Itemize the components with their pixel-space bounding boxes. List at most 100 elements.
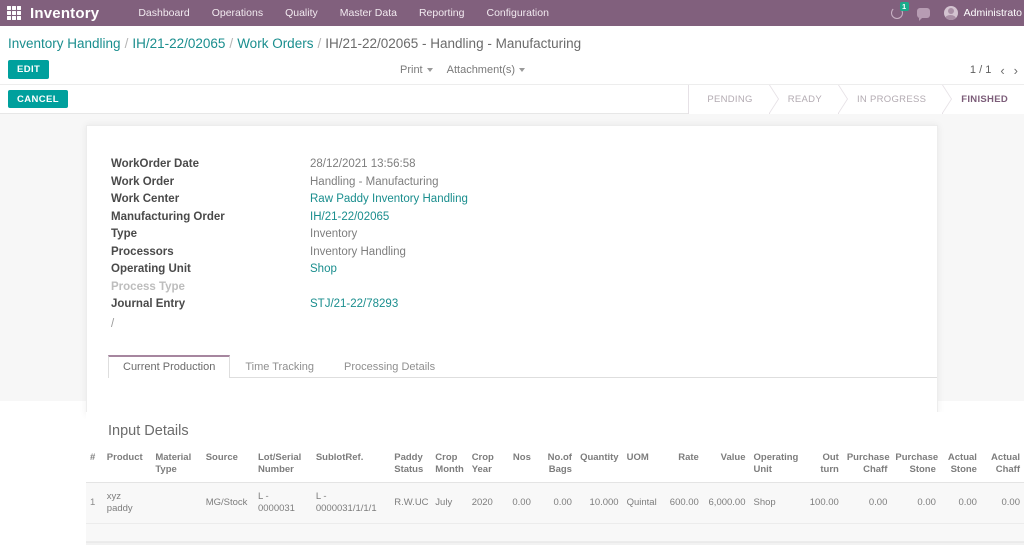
cell-product[interactable]: xyz paddy — [102, 482, 152, 524]
tab-time-tracking[interactable]: Time Tracking — [230, 355, 329, 378]
print-label: Print — [400, 64, 423, 76]
menu-item-dashboard[interactable]: Dashboard — [127, 7, 200, 19]
messages-chat-icon[interactable] — [916, 8, 930, 21]
cell-crop-year[interactable]: 2020 — [467, 482, 502, 524]
column-header-lot-serial-number[interactable]: Lot/Serial Number — [253, 448, 312, 483]
menu-item-configuration[interactable]: Configuration — [475, 7, 559, 19]
form-sheet: WorkOrder Date 28/12/2021 13:56:58 Work … — [86, 125, 938, 415]
breadcrumb-current-record: IH/21-22/02065 - Handling - Manufacturin… — [325, 36, 582, 51]
cell-quantity[interactable]: 10.000 — [575, 482, 623, 524]
top-navbar: Inventory Dashboard Operations Quality M… — [0, 0, 1024, 26]
column-header-no-of-bags[interactable]: No.of Bags — [534, 448, 576, 483]
breadcrumb-item-manufacturing-order[interactable]: IH/21-22/02065 — [132, 36, 225, 51]
status-stage-finished[interactable]: FINISHED — [942, 85, 1024, 114]
column-header-index[interactable]: # — [86, 448, 103, 483]
tab-processing-details[interactable]: Processing Details — [329, 355, 450, 378]
field-label: Journal Entry — [111, 298, 186, 310]
table-spacer-cell — [86, 523, 1024, 542]
table-row[interactable]: 1 xyz paddy MG/Stock L - 0000031 L - 000… — [86, 482, 1024, 524]
cell-actual-stone[interactable]: 0.00 — [939, 482, 981, 524]
column-header-operating-unit[interactable]: Operating Unit — [749, 448, 802, 483]
field-manufacturing-order: Manufacturing Order IH/21-22/02065 — [111, 211, 937, 229]
cell-lot-serial-number[interactable]: L - 0000031 — [253, 482, 312, 524]
field-label: Type — [111, 228, 137, 240]
edit-button[interactable]: EDIT — [8, 60, 50, 79]
cell-index: 1 — [86, 482, 103, 524]
field-value-link[interactable]: Shop — [310, 263, 337, 275]
menu-item-operations[interactable]: Operations — [201, 7, 274, 19]
cell-sublot-ref[interactable]: L - 0000031/1/1/1 — [311, 482, 391, 524]
app-brand-title[interactable]: Inventory — [30, 5, 99, 22]
status-stage-in-progress[interactable]: IN PROGRESS — [837, 85, 953, 114]
field-workorder-date: WorkOrder Date 28/12/2021 13:56:58 — [111, 158, 937, 176]
cell-material-type[interactable] — [151, 482, 202, 524]
breadcrumb-item-work-orders[interactable]: Work Orders — [237, 36, 313, 51]
apps-grid-icon[interactable] — [7, 6, 21, 20]
form-field-group: WorkOrder Date 28/12/2021 13:56:58 Work … — [87, 126, 937, 330]
menu-item-reporting[interactable]: Reporting — [408, 7, 476, 19]
field-label: Processors — [111, 245, 174, 258]
cell-out-turn[interactable]: 100.00 — [801, 482, 843, 524]
control-panel-row-secondary: CANCEL PENDING READY IN PROGRESS FINISHE… — [0, 85, 1024, 114]
cell-nos[interactable]: 0.00 — [501, 482, 535, 524]
cancel-button[interactable]: CANCEL — [8, 89, 68, 109]
field-value-link[interactable]: IH/21-22/02065 — [310, 211, 389, 223]
field-value: Inventory Handling — [310, 245, 406, 258]
page-background: WorkOrder Date 28/12/2021 13:56:58 Work … — [0, 114, 1024, 545]
column-header-value[interactable]: Value — [702, 448, 750, 483]
chevron-down-icon — [519, 68, 526, 72]
cell-no-of-bags[interactable]: 0.00 — [534, 482, 576, 524]
column-header-purchase-stone[interactable]: Purchase Stone — [891, 448, 940, 483]
column-header-quantity[interactable]: Quantity — [575, 448, 623, 483]
field-journal-entry: Journal Entry STJ/21-22/78293 — [111, 298, 937, 316]
control-panel-actions: Print Attachment(s) — [400, 55, 526, 85]
field-process-type: Process Type — [111, 281, 937, 299]
column-header-uom[interactable]: UOM — [622, 448, 664, 483]
cell-source[interactable]: MG/Stock — [201, 482, 254, 524]
column-header-actual-stone[interactable]: Actual Stone — [939, 448, 981, 483]
column-header-crop-month[interactable]: Crop Month — [431, 448, 468, 483]
activity-clock-icon[interactable]: 1 — [890, 2, 909, 19]
column-header-out-turn[interactable]: Out turn — [801, 448, 843, 483]
column-header-crop-year[interactable]: Crop Year — [467, 448, 502, 483]
chevron-left-icon[interactable]: ‹ — [1000, 64, 1004, 77]
status-stage-pending[interactable]: PENDING — [688, 85, 780, 114]
cell-purchase-chaff[interactable]: 0.00 — [842, 482, 892, 524]
status-stage-ready[interactable]: READY — [768, 85, 849, 114]
tab-current-production[interactable]: Current Production — [108, 354, 231, 378]
column-header-material-type[interactable]: Material Type — [151, 448, 202, 483]
column-header-sublot-ref[interactable]: SublotRef. — [311, 448, 391, 483]
column-header-purchase-chaff[interactable]: Purchase Chaff — [842, 448, 892, 483]
column-header-actual-chaff[interactable]: Actual Chaff — [980, 448, 1024, 483]
field-label: Process Type — [111, 280, 185, 293]
column-header-rate[interactable]: Rate — [663, 448, 703, 483]
field-value-link[interactable]: Raw Paddy Inventory Handling — [310, 193, 468, 205]
column-header-nos[interactable]: Nos — [501, 448, 535, 483]
column-header-source[interactable]: Source — [201, 448, 254, 483]
breadcrumb-item-inventory-handling[interactable]: Inventory Handling — [8, 36, 121, 51]
menu-item-quality[interactable]: Quality — [274, 7, 329, 19]
chevron-right-icon[interactable]: › — [1014, 64, 1018, 77]
menu-item-master-data[interactable]: Master Data — [329, 7, 408, 19]
column-header-paddy-status[interactable]: Paddy Status — [390, 448, 432, 483]
input-details-title: Input Details — [108, 423, 189, 439]
column-header-product[interactable]: Product — [102, 448, 152, 483]
user-menu[interactable]: Administrato — [943, 6, 1022, 20]
cell-actual-chaff[interactable]: 0.00 — [980, 482, 1024, 524]
print-dropdown[interactable]: Print — [400, 64, 433, 76]
cell-operating-unit[interactable]: Shop — [749, 482, 802, 524]
cell-uom[interactable]: Quintal — [622, 482, 664, 524]
trailing-slash-text: / — [111, 317, 115, 330]
breadcrumb-separator: / — [229, 36, 234, 51]
cell-crop-month[interactable]: July — [431, 482, 468, 524]
notebook-tabs: Current Production Time Tracking Process… — [108, 353, 937, 378]
avatar — [943, 6, 958, 20]
cell-value[interactable]: 6,000.00 — [702, 482, 750, 524]
field-value: 28/12/2021 13:56:58 — [310, 158, 416, 170]
cell-rate[interactable]: 600.00 — [663, 482, 703, 524]
cell-purchase-stone[interactable]: 0.00 — [891, 482, 940, 524]
attachments-dropdown[interactable]: Attachment(s) — [446, 64, 526, 76]
cell-paddy-status[interactable]: R.W.UC — [390, 482, 432, 524]
field-value-link[interactable]: STJ/21-22/78293 — [310, 298, 398, 310]
attachments-label: Attachment(s) — [446, 64, 516, 76]
